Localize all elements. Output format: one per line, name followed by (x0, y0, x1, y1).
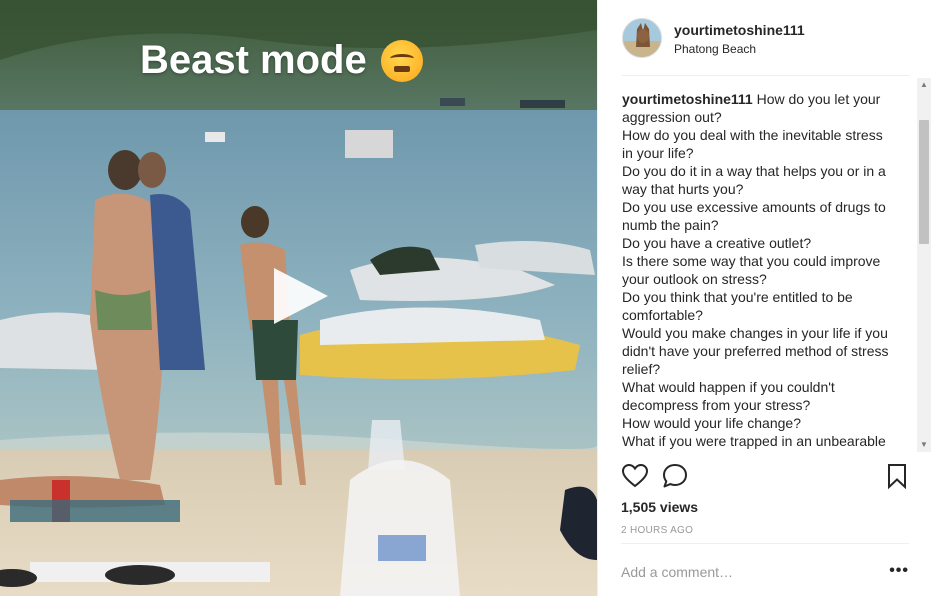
caption-line: aggression out? (622, 109, 722, 125)
caption-line: your outlook on stress? (622, 271, 767, 287)
overlay-text: Beast mode (140, 38, 367, 82)
post-timestamp[interactable]: 2 HOURS AGO (621, 525, 693, 536)
avatar[interactable] (622, 18, 662, 58)
add-comment-bar: ••• (621, 543, 909, 596)
caption-first-line: yourtimetoshine111 How do you let your (622, 90, 894, 108)
scrollbar-thumb[interactable] (919, 120, 929, 244)
play-button[interactable] (268, 264, 332, 328)
caption-line: Do you think that you're entitled to be (622, 289, 853, 305)
comment-button[interactable] (661, 462, 689, 490)
caption-line: numb the pain? (622, 217, 719, 233)
caption-line: decompress from your stress? (622, 397, 811, 413)
caption-line: Is there some way that you could improve (622, 253, 881, 269)
caption-line: comfortable? (622, 307, 703, 323)
avatar-image (623, 19, 661, 57)
play-icon (274, 268, 328, 324)
caption-comment: yourtimetoshine111 How do you let your a… (622, 90, 894, 450)
video-text-overlay: Beast mode (140, 38, 423, 83)
heart-icon (621, 463, 649, 488)
like-button[interactable] (621, 462, 649, 490)
save-button[interactable] (883, 462, 911, 490)
steam-from-nose-emoji-icon (380, 39, 423, 82)
action-bar (621, 462, 911, 492)
caption-line: How do you let your (756, 91, 881, 107)
caption-line: What would happen if you couldn't (622, 379, 835, 395)
caption-line: in your life? (622, 145, 694, 161)
comment-input[interactable] (621, 564, 871, 580)
caption-line: Do you have a creative outlet? (622, 235, 812, 251)
bookmark-icon (888, 464, 906, 490)
caption-line: Would you make changes in your life if y… (622, 325, 888, 341)
caption-line: How do you deal with the inevitable stre… (622, 127, 883, 143)
caption-line: relief? (622, 361, 661, 377)
scroll-down-arrow-icon[interactable]: ▼ (917, 438, 931, 452)
caption-author[interactable]: yourtimetoshine111 (622, 91, 753, 107)
post-header: yourtimetoshine111 Phatong Beach (622, 18, 910, 76)
comment-bubble-icon (663, 464, 687, 488)
caption-line: Do you use excessive amounts of drugs to (622, 199, 886, 215)
view-count[interactable]: 1,505 views (621, 499, 698, 515)
header-username[interactable]: yourtimetoshine111 (674, 22, 805, 38)
caption-line: How would your life change? (622, 415, 801, 431)
video-player[interactable]: Beast mode (0, 0, 597, 596)
scroll-up-arrow-icon[interactable]: ▲ (917, 78, 931, 92)
caption-line: What if you were trapped in an unbearabl… (622, 433, 886, 449)
caption-line: didn't have your preferred method of str… (622, 343, 889, 359)
header-location[interactable]: Phatong Beach (674, 42, 805, 56)
comments-scrollbar[interactable]: ▲ ▼ (917, 78, 931, 452)
caption-line: Do you do it in a way that helps you or … (622, 163, 886, 179)
caption-line: way that hurts you? (622, 181, 744, 197)
more-options-button[interactable]: ••• (889, 562, 909, 580)
